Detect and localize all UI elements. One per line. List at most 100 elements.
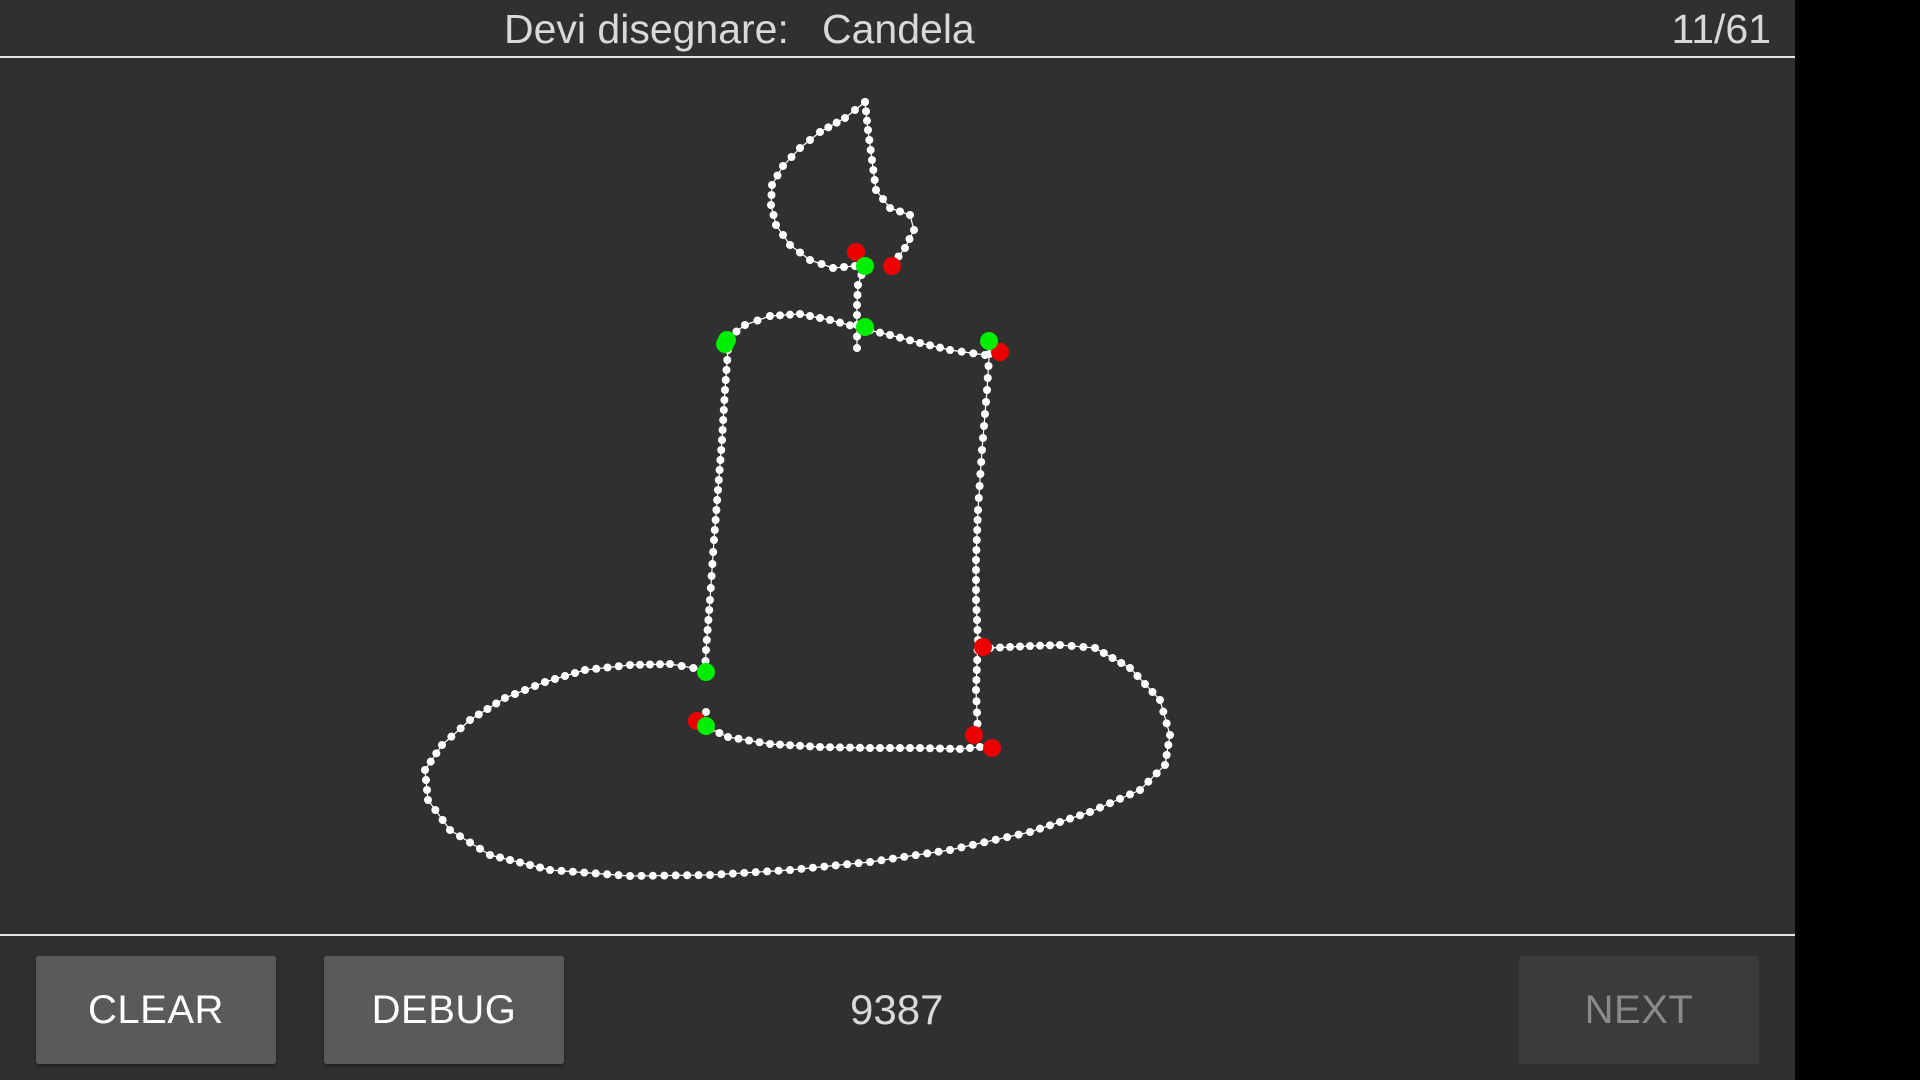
stroke-point [886, 331, 894, 339]
stroke-point [546, 866, 554, 874]
stroke-point [626, 661, 634, 669]
stroke-point [936, 343, 944, 352]
stroke-point [516, 858, 524, 867]
stroke-point [1096, 803, 1104, 812]
stroke-start-marker [697, 663, 715, 681]
stroke-point [714, 476, 723, 484]
clear-button[interactable]: CLEAR [36, 956, 276, 1064]
stroke-point [936, 744, 944, 753]
stroke-point [1162, 719, 1171, 728]
stroke-point [846, 321, 854, 330]
stroke-point [626, 872, 634, 880]
stroke-point [1036, 824, 1044, 833]
stroke-point [916, 339, 924, 347]
stroke-point [831, 861, 840, 870]
stroke-point [956, 745, 964, 753]
stroke-point [711, 516, 720, 524]
stroke-point [905, 235, 914, 243]
stroke-point [796, 310, 804, 318]
stroke-point [660, 871, 669, 880]
stroke-point [707, 572, 716, 580]
stroke-point [968, 840, 977, 849]
stroke-point [972, 566, 980, 574]
stroke-point [496, 853, 504, 862]
progress-counter: 11/61 [1671, 6, 1771, 52]
stroke-point [973, 626, 982, 634]
stroke-point [841, 114, 849, 122]
stroke-point [946, 846, 954, 854]
stroke-point [876, 328, 884, 337]
stroke-point [886, 204, 894, 212]
stroke-point [677, 662, 686, 670]
stroke-point [1162, 751, 1171, 759]
stroke-point [603, 870, 612, 879]
drawing-canvas[interactable] [0, 58, 1795, 934]
stroke-point [719, 416, 728, 424]
stroke-point [766, 740, 774, 748]
stroke-point [982, 398, 990, 406]
stroke-point [910, 226, 918, 234]
stroke-point [906, 744, 914, 752]
stroke-point [816, 743, 824, 751]
stroke-point [671, 871, 680, 880]
stroke-point [926, 744, 934, 753]
stroke-point [1056, 818, 1064, 826]
stroke-point [786, 310, 794, 319]
stroke-point [906, 336, 914, 345]
stroke-point [966, 744, 974, 752]
stroke-point [721, 386, 729, 394]
stroke-point [1026, 828, 1034, 836]
stroke-point [980, 838, 989, 847]
stroke-point [786, 741, 794, 750]
stroke-point [708, 560, 717, 568]
stroke-point [466, 838, 474, 847]
stroke-point [976, 743, 984, 751]
stroke-start-marker [856, 318, 874, 336]
stroke-point [796, 144, 804, 152]
stroke-end-marker [883, 257, 901, 275]
stroke-point [431, 806, 440, 814]
stroke-point [710, 536, 718, 544]
flame-stroke [770, 101, 866, 269]
stroke-point [779, 162, 787, 170]
stroke-point [769, 211, 778, 219]
stroke-point [853, 311, 861, 319]
stroke-point [728, 869, 737, 878]
stroke-point [1161, 761, 1169, 769]
stroke-point [1036, 641, 1044, 650]
stroke-point [957, 347, 966, 356]
stroke-point [846, 743, 854, 752]
debug-button[interactable]: DEBUG [324, 956, 564, 1064]
stroke-point [972, 576, 980, 584]
stroke-point [447, 732, 456, 741]
stroke-point [776, 740, 784, 749]
stroke-point [424, 796, 432, 804]
stroke-point [719, 406, 728, 414]
stroke-point [722, 366, 731, 374]
stroke-point [1067, 642, 1076, 650]
stroke-point [983, 374, 992, 382]
stroke-point [872, 186, 880, 194]
stroke-point [603, 663, 612, 672]
stroke-point [1099, 649, 1108, 657]
stroke-point [797, 864, 806, 873]
stroke-point [1133, 672, 1142, 680]
stroke-point [796, 741, 804, 750]
stroke-point [972, 666, 981, 674]
stroke-point [1016, 642, 1024, 651]
stroke-point [984, 362, 993, 370]
stroke-point [976, 470, 985, 478]
stroke-point [745, 736, 753, 745]
stroke-point [840, 263, 848, 271]
stroke-point [843, 860, 852, 869]
stroke-point [1126, 790, 1134, 799]
stroke-point [636, 660, 644, 669]
stroke-point [806, 256, 814, 264]
stroke-point [683, 871, 692, 880]
saucer-stroke [424, 644, 1171, 877]
stroke-point [866, 146, 875, 154]
stroke-point [979, 434, 987, 442]
stroke-point [826, 743, 834, 752]
stroke-point [1159, 707, 1168, 716]
next-button[interactable]: NEXT [1519, 956, 1759, 1064]
